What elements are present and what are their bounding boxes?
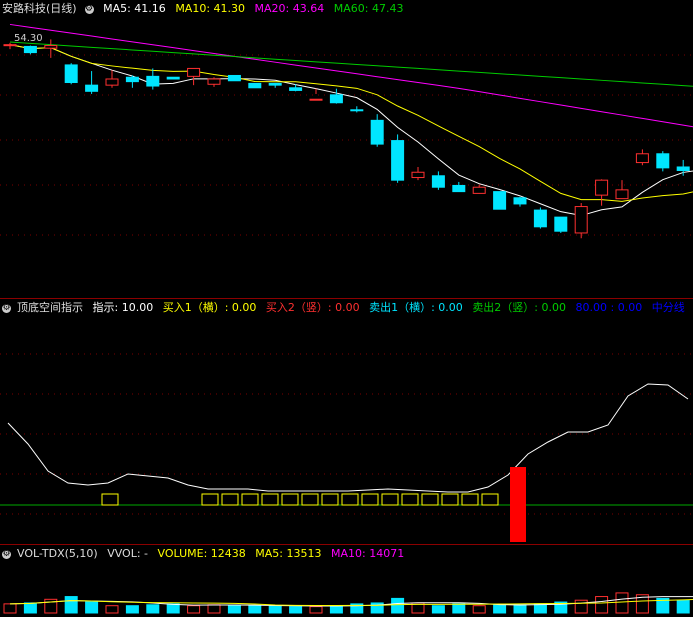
buy-signal-box <box>361 493 379 506</box>
buy-signal-box <box>441 493 459 506</box>
volume-bar <box>676 599 690 614</box>
volume-bar <box>64 596 78 614</box>
buy-signal-box <box>221 493 239 506</box>
buy-signal-box <box>341 493 359 506</box>
volume-chart[interactable] <box>0 545 693 617</box>
volume-bar <box>431 605 445 614</box>
volume-bar <box>166 603 180 614</box>
candle-body <box>350 109 364 112</box>
candle-body <box>472 186 486 194</box>
volume-bar <box>493 604 507 614</box>
candle-body <box>146 75 160 87</box>
candle-body <box>493 191 507 210</box>
indicator-panel[interactable]: ⚙ 顶底空间指示 指示: 10.00 买入1（横）: 0.00 买入2（竖）: 0… <box>0 299 693 544</box>
buy-signal-box <box>381 493 399 506</box>
candle-body <box>513 197 527 205</box>
volume-bar <box>248 605 262 614</box>
volume-bar <box>207 604 221 614</box>
vol-ma10-line <box>9 599 693 607</box>
buy-signal-box <box>101 493 119 506</box>
volume-bar <box>452 603 466 614</box>
volume-bar <box>472 605 486 614</box>
buy-signal-box <box>401 493 419 506</box>
volume-bar <box>289 606 303 614</box>
volume-bar <box>329 605 343 614</box>
buy-signal-box <box>261 493 279 506</box>
candle-body <box>289 87 303 91</box>
candle-body <box>615 189 629 200</box>
candle-body <box>268 82 282 86</box>
volume-bar <box>146 604 160 614</box>
candle-body <box>452 184 466 193</box>
buy-signal-box <box>301 493 319 506</box>
buy-signal-box <box>481 493 499 506</box>
candle-body <box>125 76 139 83</box>
volume-bar <box>187 605 201 614</box>
candle-body <box>166 76 180 80</box>
candle-body <box>595 179 609 196</box>
candle-body <box>85 84 99 92</box>
candle-body <box>635 153 649 164</box>
candle-body <box>554 216 568 232</box>
volume-panel[interactable]: ⚙ VOL-TDX(5,10) VVOL: - VOLUME: 12438 MA5… <box>0 545 693 617</box>
volume-bar <box>268 605 282 614</box>
candle-body <box>676 166 690 171</box>
volume-bar <box>105 605 119 614</box>
volume-bar <box>23 602 37 614</box>
sell-signal-bar <box>510 467 526 542</box>
volume-bar <box>513 604 527 614</box>
volume-bar <box>309 606 323 614</box>
candle-body <box>44 45 58 49</box>
candle-body <box>370 119 384 145</box>
buy-signal-box <box>201 493 219 506</box>
candle-body <box>105 78 119 86</box>
volume-bar <box>3 603 17 614</box>
candle-body <box>329 94 343 104</box>
candle-body <box>187 67 201 77</box>
candle-body <box>656 153 670 169</box>
candle-body <box>431 175 445 188</box>
buy-signal-box <box>241 493 259 506</box>
candle-body <box>574 206 588 234</box>
candle-body <box>227 74 241 82</box>
price-label: 54.30 <box>14 33 43 44</box>
price-panel[interactable]: 安路科技(日线) ⚙ MA5: 41.16 MA10: 41.30 MA20: 4… <box>0 0 693 300</box>
volume-bar <box>391 597 405 614</box>
candlestick-chart[interactable] <box>0 0 693 300</box>
volume-bar <box>85 601 99 614</box>
buy-signal-box <box>321 493 339 506</box>
indicator-chart[interactable] <box>0 299 693 544</box>
volume-bar <box>533 603 547 614</box>
candle-body <box>207 78 221 85</box>
buy-signal-box <box>421 493 439 506</box>
candle-body <box>248 82 262 89</box>
volume-bar <box>595 596 609 614</box>
volume-bar <box>615 592 629 614</box>
candle-body <box>309 98 323 101</box>
candle-body <box>64 64 78 84</box>
volume-bar <box>125 605 139 614</box>
volume-bar <box>227 605 241 614</box>
indicator-line <box>7 383 689 493</box>
ma10-line <box>9 44 693 202</box>
candle-body <box>23 45 37 54</box>
buy-signal-box <box>281 493 299 506</box>
candle-body <box>411 171 425 179</box>
candle-body <box>391 140 405 181</box>
candle-body <box>3 44 17 47</box>
candle-body <box>533 209 547 228</box>
buy-signal-box <box>461 493 479 506</box>
volume-bar <box>574 599 588 614</box>
